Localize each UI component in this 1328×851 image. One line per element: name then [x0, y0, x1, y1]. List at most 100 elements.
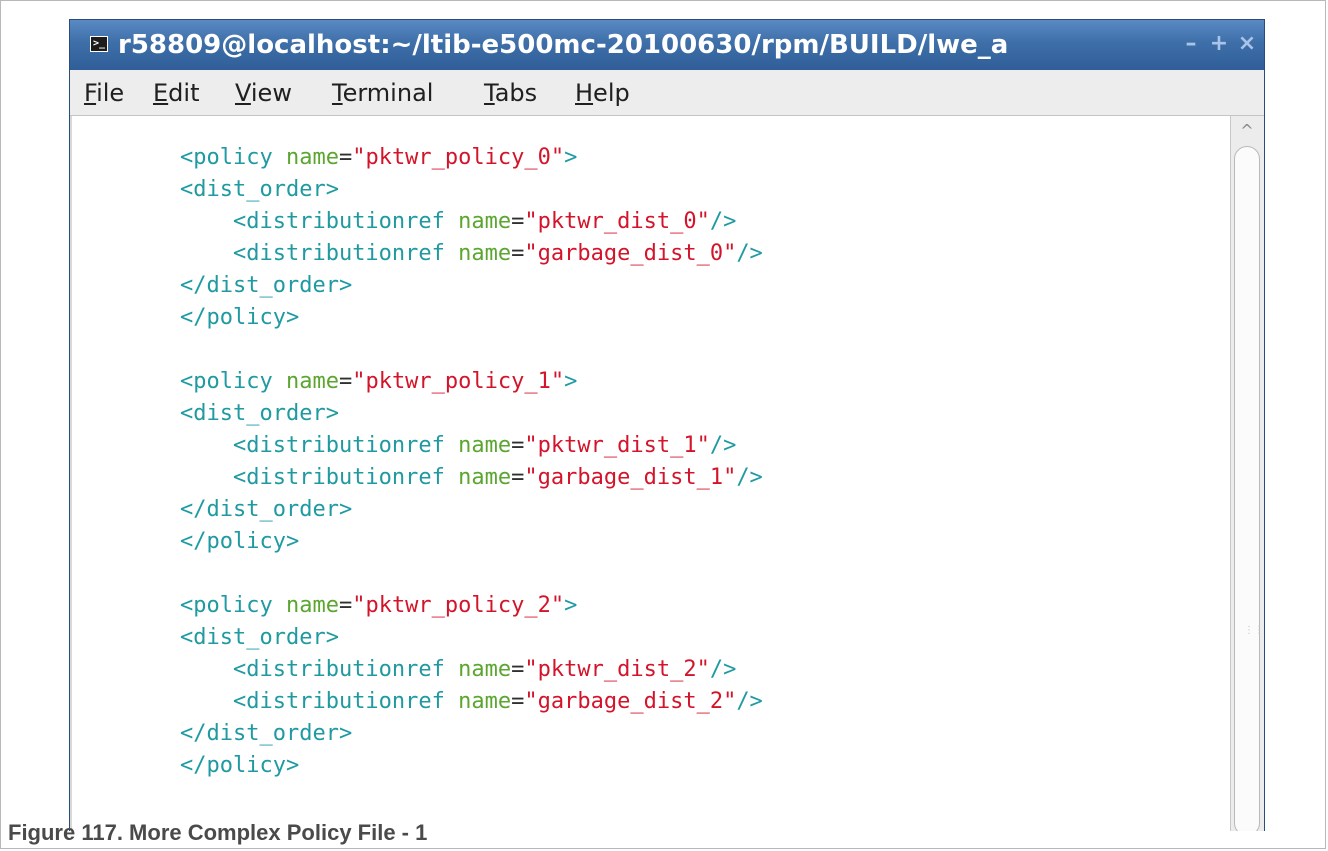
code-line: </dist_order> — [180, 718, 352, 750]
grip-icon: ⋮⋮ — [1244, 625, 1264, 636]
menu-help-label: elp — [593, 79, 630, 107]
xml-tag: <dist_order> — [180, 177, 339, 202]
code-line: <distributionref name="garbage_dist_0"/> — [180, 238, 763, 270]
menu-bar: File Edit View Terminal Tabs Help — [70, 70, 1264, 116]
code-line: <distributionref name="pktwr_dist_2"/> — [180, 654, 736, 686]
code-line: <distributionref name="garbage_dist_2"/> — [180, 686, 763, 718]
code-line: <dist_order> — [180, 174, 339, 206]
xml-attribute: name — [458, 209, 512, 234]
menu-view-mnemonic: V — [235, 79, 251, 107]
terminal-icon[interactable]: >_ — [90, 36, 108, 52]
scroll-up-arrow-icon[interactable]: ^ — [1235, 120, 1259, 142]
xml-tag-close: /> — [736, 241, 763, 266]
xml-string: "pktwr_policy_2" — [352, 593, 565, 618]
xml-string: "garbage_dist_2" — [524, 689, 737, 714]
xml-tag-close: /> — [709, 433, 737, 458]
xml-tag: <distributionref — [232, 209, 445, 234]
xml-equals: = — [511, 241, 525, 266]
xml-tag: <dist_order> — [180, 401, 339, 426]
xml-equals: = — [511, 465, 525, 490]
xml-tag: </dist_order> — [180, 497, 353, 522]
xml-tag-close: > — [564, 593, 578, 618]
terminal-output[interactable]: <policy name="pktwr_policy_0"> <dist_orde… — [70, 116, 1230, 831]
xml-tag: </policy> — [180, 529, 300, 554]
code-line: </dist_order> — [180, 270, 352, 302]
xml-tag: <distributionref — [232, 465, 445, 490]
code-line: </policy> — [180, 750, 299, 782]
xml-equals: = — [338, 369, 353, 394]
xml-attribute: name — [285, 145, 339, 170]
xml-tag-close: > — [564, 369, 578, 394]
menu-edit-label: dit — [168, 79, 200, 107]
xml-tag: </policy> — [180, 305, 300, 330]
vertical-scrollbar[interactable]: ^ ⋮⋮ — [1230, 116, 1264, 831]
xml-tag-close: /> — [736, 465, 763, 490]
title-bar[interactable]: >_ r58809@localhost:~/ltib-e500mc-201006… — [70, 20, 1264, 70]
xml-tag: <distributionref — [232, 433, 445, 458]
figure-caption: Figure 117. More Complex Policy File - 1 — [8, 820, 428, 845]
xml-tag: <policy — [180, 369, 273, 394]
xml-attribute: name — [285, 593, 339, 618]
xml-tag: <dist_order> — [180, 625, 339, 650]
close-button[interactable]: × — [1235, 32, 1259, 56]
xml-string: "pktwr_dist_0" — [524, 209, 710, 234]
terminal-window: >_ r58809@localhost:~/ltib-e500mc-201006… — [69, 19, 1265, 831]
xml-tag: <policy — [180, 145, 273, 170]
code-line: <policy name="pktwr_policy_1"> — [180, 366, 577, 398]
menu-file-label: ile — [96, 79, 125, 107]
menu-terminal[interactable]: Terminal — [332, 78, 433, 108]
menu-edit-mnemonic: E — [153, 79, 169, 107]
xml-tag-close: > — [564, 145, 578, 170]
xml-tag: </dist_order> — [180, 721, 353, 746]
xml-attribute: name — [458, 465, 512, 490]
scroll-thumb[interactable]: ⋮⋮ — [1234, 146, 1264, 831]
xml-attribute: name — [458, 433, 512, 458]
xml-tag-close: /> — [709, 209, 737, 234]
xml-attribute: name — [285, 369, 339, 394]
xml-equals: = — [511, 433, 525, 458]
menu-help[interactable]: Help — [575, 78, 630, 108]
menu-edit[interactable]: Edit — [153, 78, 199, 108]
code-line: </policy> — [180, 526, 299, 558]
menu-terminal-mnemonic: T — [332, 79, 343, 107]
code-line: <distributionref name="garbage_dist_1"/> — [180, 462, 763, 494]
xml-tag: <distributionref — [232, 657, 445, 682]
xml-equals: = — [511, 689, 525, 714]
menu-view[interactable]: View — [235, 78, 292, 108]
xml-string: "garbage_dist_0" — [524, 241, 737, 266]
code-line: <policy name="pktwr_policy_2"> — [180, 590, 577, 622]
maximize-button[interactable]: + — [1207, 32, 1231, 56]
xml-string: "pktwr_dist_2" — [524, 657, 710, 682]
xml-tag-close: /> — [709, 657, 737, 682]
xml-tag: <distributionref — [232, 689, 445, 714]
code-line: <dist_order> — [180, 622, 339, 654]
menu-tabs[interactable]: Tabs — [484, 78, 537, 108]
minimize-button[interactable]: – — [1179, 32, 1203, 56]
xml-tag: </policy> — [180, 753, 300, 778]
xml-attribute: name — [458, 689, 512, 714]
xml-equals: = — [511, 657, 525, 682]
code-line: </dist_order> — [180, 494, 352, 526]
code-line: <policy name="pktwr_policy_0"> — [180, 142, 577, 174]
menu-tabs-label: abs — [494, 79, 538, 107]
xml-tag-close: /> — [736, 689, 763, 714]
menu-file-mnemonic: F — [84, 79, 97, 107]
xml-equals: = — [511, 209, 525, 234]
xml-tag: <distributionref — [232, 241, 445, 266]
menu-view-label: iew — [250, 79, 292, 107]
code-line: <dist_order> — [180, 398, 339, 430]
menu-file[interactable]: File — [84, 78, 124, 108]
xml-string: "pktwr_policy_1" — [352, 369, 565, 394]
